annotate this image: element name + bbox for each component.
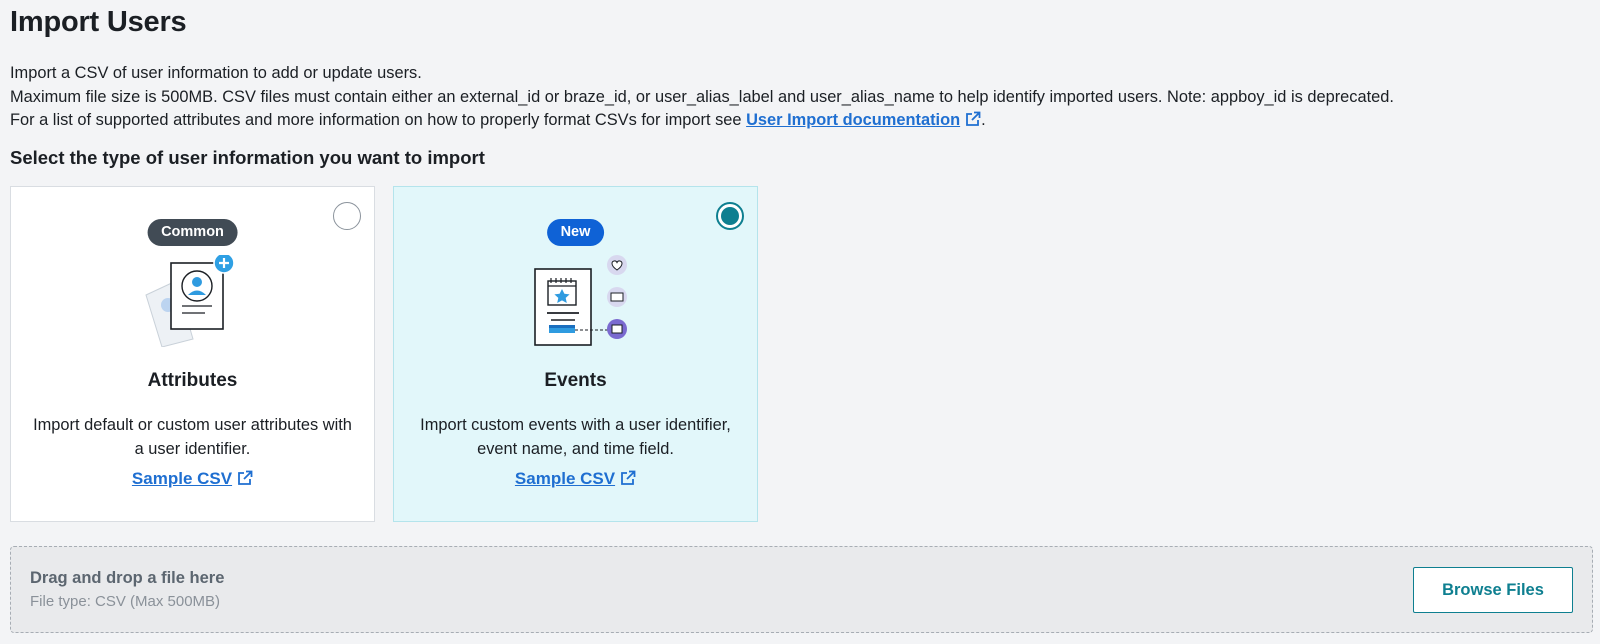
events-sample-csv: Sample CSV — [394, 469, 757, 489]
intro-line-3-suffix: . — [981, 111, 986, 129]
sample-csv-label: Sample CSV — [514, 469, 616, 488]
doc-link-label: User Import documentation — [746, 111, 961, 129]
contact-card-icon — [144, 255, 235, 347]
external-link-icon — [238, 470, 253, 485]
page-title: Import Users — [10, 6, 187, 38]
events-option-card[interactable]: New Events Import custom events with a u… — [393, 186, 758, 522]
user-import-documentation-link[interactable]: User Import documentation — [746, 111, 981, 129]
events-title: Events — [544, 370, 607, 391]
events-description: Import custom events with a user identif… — [420, 416, 731, 458]
intro-line-2: Maximum file size is 500MB. CSV files mu… — [10, 87, 1394, 106]
events-radio-button[interactable] — [716, 202, 744, 230]
dropzone-file-type: File type: CSV (Max 500MB) — [30, 593, 221, 610]
common-badge: Common — [147, 219, 238, 246]
new-badge: New — [546, 219, 605, 246]
attributes-sample-csv: Sample CSV — [11, 469, 374, 489]
external-link-icon — [966, 111, 981, 126]
calendar-events-icon — [533, 255, 627, 346]
browse-files-button[interactable]: Browse Files — [1413, 567, 1573, 613]
intro-line-3: For a list of supported attributes and m… — [10, 109, 1394, 133]
intro-line-1: Import a CSV of user information to add … — [10, 64, 422, 82]
attributes-option-card[interactable]: Common Attributes Import default or cust… — [10, 186, 375, 522]
attributes-description: Import default or custom user attributes… — [33, 416, 352, 458]
dropzone-title: Drag and drop a file here — [30, 569, 225, 587]
intro-line-3-prefix: For a list of supported attributes and m… — [10, 111, 747, 129]
attributes-sample-csv-link[interactable]: Sample CSV — [132, 469, 253, 488]
attributes-title: Attributes — [147, 370, 238, 391]
attributes-radio-button[interactable] — [333, 202, 361, 230]
external-link-icon — [621, 470, 636, 485]
events-sample-csv-link[interactable]: Sample CSV — [515, 469, 636, 488]
section-heading: Select the type of user information you … — [10, 147, 485, 168]
intro-text: Import a CSV of user information to add … — [10, 62, 1394, 133]
sample-csv-label: Sample CSV — [131, 469, 233, 488]
file-dropzone[interactable]: Drag and drop a file here File type: CSV… — [10, 546, 1593, 633]
